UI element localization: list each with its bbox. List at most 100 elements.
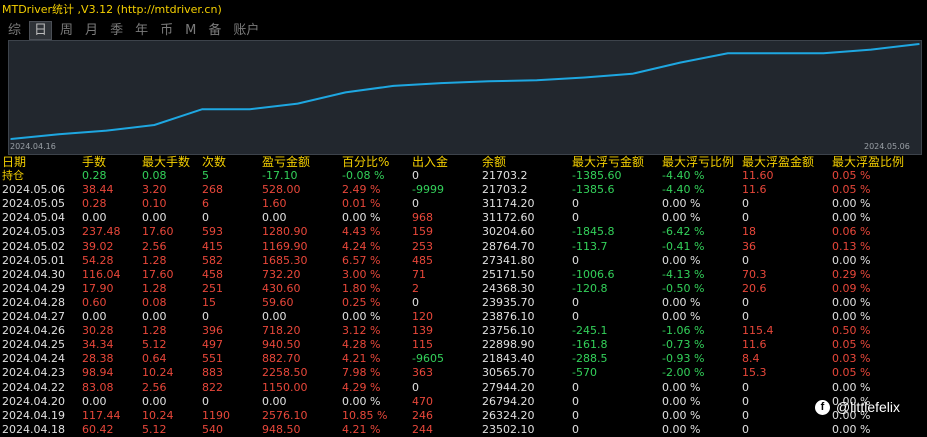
table-row: 2024.04.20 0.00 0.00 0 0.00 0.00 % 470 26794.20… — [0, 395, 927, 409]
tab-4[interactable]: 季 — [106, 22, 127, 39]
cell-col-3: 次数 — [202, 155, 227, 169]
cell-col-9: 0.00 % — [662, 253, 701, 267]
cell-col-6: 0 — [412, 295, 419, 309]
cell-col-7: 31174.20 — [482, 197, 535, 211]
tab-6[interactable]: 币 — [156, 22, 177, 39]
table-row: 2024.04.24 28.38 0.64 551 882.70 4.21 % -9605 2… — [0, 352, 927, 366]
cell-col-4: 430.60 — [262, 281, 301, 295]
cell-col-1: 28.38 — [82, 352, 114, 366]
chart-end-date: 2024.05.06 — [864, 142, 910, 151]
cell-col-0: 2024.04.20 — [2, 394, 65, 408]
tab-8[interactable]: 备 — [204, 22, 225, 39]
cell-col-6: 出入金 — [412, 155, 449, 169]
cell-col-5: 4.28 % — [342, 338, 381, 352]
cell-col-0: 2024.04.30 — [2, 267, 65, 281]
tab-5[interactable]: 年 — [131, 22, 152, 39]
cell-col-9: -6.42 % — [662, 225, 705, 239]
cell-col-1: 54.28 — [82, 253, 114, 267]
cell-col-8: 0 — [572, 408, 579, 422]
cell-col-11: 0.13 % — [832, 239, 871, 253]
cell-col-2: 1.28 — [142, 253, 167, 267]
cell-col-4: 盈亏金额 — [262, 155, 311, 169]
cell-col-11: 最大浮盈比例 — [832, 155, 905, 169]
cell-col-9: 最大浮亏比例 — [662, 155, 735, 169]
tab-3[interactable]: 月 — [81, 22, 102, 39]
cell-col-7: 23502.10 — [482, 422, 535, 436]
cell-col-4: 2258.50 — [262, 366, 308, 380]
cell-col-5: 3.12 % — [342, 324, 381, 338]
cell-col-6: 485 — [412, 253, 433, 267]
cell-col-5: 6.57 % — [342, 253, 381, 267]
tab-2[interactable]: 周 — [56, 22, 77, 39]
cell-col-8: 0 — [572, 310, 579, 324]
cell-col-9: -4.40 % — [662, 183, 705, 197]
cell-col-3: 0 — [202, 310, 209, 324]
cell-col-1: 117.44 — [82, 408, 121, 422]
tab-0[interactable]: 综 — [4, 22, 25, 39]
cell-col-7: 21843.40 — [482, 352, 535, 366]
cell-col-1: 0.28 — [82, 197, 107, 211]
cell-col-6: 120 — [412, 310, 433, 324]
tab-9[interactable]: 账户 — [229, 22, 263, 39]
cell-col-2: 1.28 — [142, 281, 167, 295]
cell-col-5: 4.24 % — [342, 239, 381, 253]
cell-col-8: 0 — [572, 295, 579, 309]
equity-point-17 — [822, 52, 825, 55]
cell-col-10: 11.6 — [742, 338, 767, 352]
cell-col-10: 115.4 — [742, 324, 774, 338]
cell-col-6: 253 — [412, 239, 433, 253]
cell-col-10: 11.6 — [742, 183, 767, 197]
cell-col-1: 手数 — [82, 155, 107, 169]
cell-col-0: 2024.05.04 — [2, 211, 65, 225]
cell-col-0: 2024.04.23 — [2, 366, 65, 380]
cell-col-10: 0 — [742, 408, 749, 422]
cell-col-3: 268 — [202, 183, 223, 197]
cell-col-9: 0.00 % — [662, 211, 701, 225]
cell-col-3: 0 — [202, 211, 209, 225]
cell-col-2: 0.00 — [142, 310, 167, 324]
cell-col-0: 2024.04.19 — [2, 408, 65, 422]
tab-7[interactable]: M — [181, 22, 200, 39]
cell-col-7: 23876.10 — [482, 310, 535, 324]
cell-col-1: 39.02 — [82, 239, 114, 253]
cell-col-0: 2024.04.26 — [2, 324, 65, 338]
equity-point-3 — [153, 124, 156, 126]
cell-col-4: -17.10 — [262, 169, 298, 183]
cell-col-2: 2.56 — [142, 380, 167, 394]
cell-col-8: -120.8 — [572, 281, 608, 295]
cell-col-11: 0.29 % — [832, 267, 871, 281]
cell-col-6: 244 — [412, 422, 433, 436]
table-row: 2024.04.30 116.04 17.60 458 732.20 3.00 % 71 25… — [0, 268, 927, 282]
cell-col-4: 1169.90 — [262, 239, 308, 253]
cell-col-11: 0.00 % — [832, 211, 871, 225]
cell-col-2: 17.60 — [142, 225, 174, 239]
cell-col-9: 0.00 % — [662, 408, 701, 422]
cell-col-8: -113.7 — [572, 239, 608, 253]
cell-col-3: 458 — [202, 267, 223, 281]
summary-row: 持仓 0.28 0.08 5 -17.10 -0.08 % 0 21703.2 -1385.60… — [0, 169, 927, 183]
cell-col-11: 0.03 % — [832, 352, 871, 366]
cell-col-5: -0.08 % — [342, 169, 385, 183]
cell-col-8: 0 — [572, 380, 579, 394]
cell-col-1: 34.34 — [82, 338, 114, 352]
cell-col-3: 251 — [202, 281, 223, 295]
cell-col-10: 18 — [742, 225, 756, 239]
cell-col-8: -161.8 — [572, 338, 608, 352]
cell-col-6: 968 — [412, 211, 433, 225]
cell-col-0: 日期 — [2, 155, 27, 169]
cell-col-11: 0.00 % — [832, 380, 871, 394]
cell-col-6: 363 — [412, 366, 433, 380]
cell-col-5: 0.00 % — [342, 310, 381, 324]
tab-1[interactable]: 日 — [29, 20, 53, 40]
cell-col-11: 0.05 % — [832, 183, 871, 197]
cell-col-11: 0.06 % — [832, 225, 871, 239]
cell-col-6: 470 — [412, 394, 433, 408]
cell-col-6: 2 — [412, 281, 419, 295]
cell-col-9: 0.00 % — [662, 394, 701, 408]
table-row: 2024.04.19 117.44 10.24 1190 2576.10 10.85 % 2… — [0, 409, 927, 423]
cell-col-8: -1006.6 — [572, 267, 615, 281]
cell-col-1: 60.42 — [82, 422, 114, 436]
cell-col-5: 4.21 % — [342, 352, 381, 366]
cell-col-4: 0.00 — [262, 394, 287, 408]
cell-col-11: 0.00 % — [832, 295, 871, 309]
